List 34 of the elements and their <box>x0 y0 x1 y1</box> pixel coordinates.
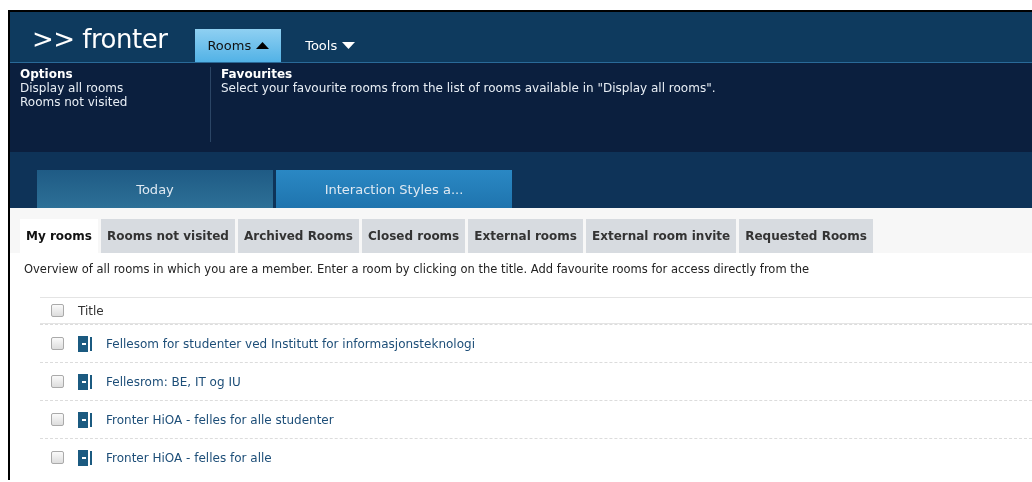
room-link[interactable]: Fronter HiOA - felles for alle <box>106 450 272 465</box>
tab[interactable]: My rooms <box>20 219 98 253</box>
checkbox[interactable] <box>51 337 64 350</box>
menu-link[interactable]: Display all rooms <box>20 81 200 95</box>
tab[interactable]: Closed rooms <box>362 219 466 253</box>
door-icon <box>78 335 92 352</box>
section-heading: Favourites <box>221 67 294 81</box>
caret-icon <box>342 42 356 49</box>
checkbox[interactable] <box>51 451 64 464</box>
menu-button[interactable]: Tools <box>293 29 368 62</box>
checkbox[interactable] <box>51 304 64 317</box>
caret-icon <box>256 42 270 49</box>
room-link[interactable]: Fellesrom: BE, IT og IU <box>106 374 241 389</box>
column-header[interactable]: Title <box>78 303 104 318</box>
room-tab[interactable]: Today <box>37 170 273 208</box>
tab[interactable]: Rooms not visited <box>101 219 235 253</box>
menu-button[interactable]: Rooms <box>195 29 282 62</box>
room-link[interactable]: Fellesom for studenter ved Institutt for informasjonsteknologi <box>106 336 475 351</box>
menu-link[interactable]: Rooms not visited <box>20 95 200 109</box>
checkbox[interactable] <box>51 375 64 388</box>
tab[interactable]: External room invite <box>586 219 737 253</box>
logo[interactable]: >> fronter <box>10 24 196 62</box>
door-icon <box>78 411 92 428</box>
door-icon <box>78 373 92 390</box>
section-text: Select your favourite rooms from the list of rooms available in "Display all rooms". <box>221 81 716 95</box>
checkbox[interactable] <box>51 413 64 426</box>
section-heading: Options <box>20 67 74 81</box>
room-link[interactable]: Fronter HiOA - felles for alle studenter <box>106 412 334 427</box>
tab[interactable]: Requested Rooms <box>739 219 873 253</box>
tab[interactable]: External rooms <box>468 219 583 253</box>
room-tab[interactable]: Interaction Styles a... <box>276 170 512 208</box>
tab[interactable]: Archived Rooms <box>237 219 359 253</box>
door-icon <box>78 449 92 466</box>
description: Overview of all rooms in which you are a member. Enter a room by clicking on the title. Add favourite rooms for access directly from the <box>10 253 1032 297</box>
